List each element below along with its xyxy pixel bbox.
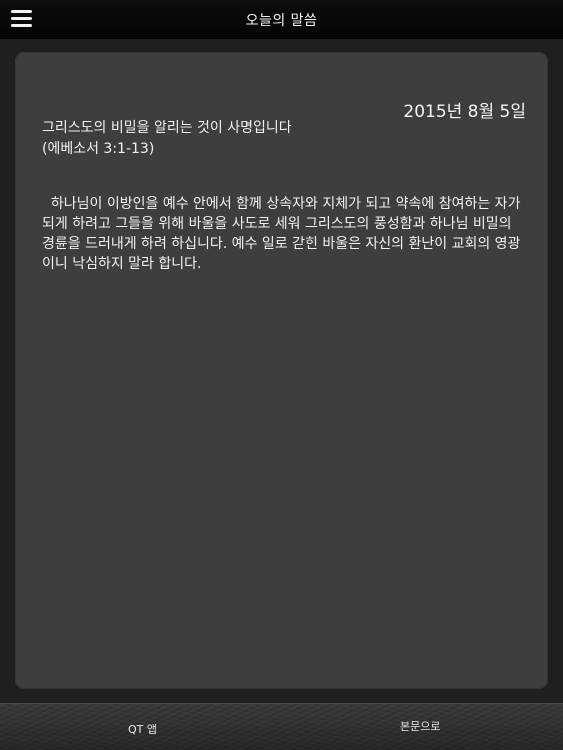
devotion-body: 하나님이 이방인을 예수 안에서 함께 상속자와 지체가 되고 약속에 참여하는… xyxy=(42,196,525,272)
bottom-tab-bar: QT 앱 본문으로 xyxy=(0,703,563,750)
navigation-bar: 오늘의 말씀 xyxy=(0,0,563,39)
page-title: 오늘의 말씀 xyxy=(245,13,318,29)
scripture-reference: (에베소서 3:1-13) xyxy=(42,141,155,157)
tab-scripture[interactable]: 본문으로 xyxy=(400,718,440,734)
devotion-card: 2015년 8월 5일 그리스도의 비밀을 알리는 것이 사명입니다 (에베소서… xyxy=(15,52,548,689)
devotion-heading: 그리스도의 비밀을 알리는 것이 사명입니다 (에베소서 3:1-13) xyxy=(42,118,512,160)
tab-qt-app[interactable]: QT 앱 xyxy=(128,721,157,737)
app-window: 오늘의 말씀 2015년 8월 5일 그리스도의 비밀을 알리는 것이 사명입니… xyxy=(0,0,563,750)
devotion-title: 그리스도의 비밀을 알리는 것이 사명입니다 xyxy=(42,120,292,136)
